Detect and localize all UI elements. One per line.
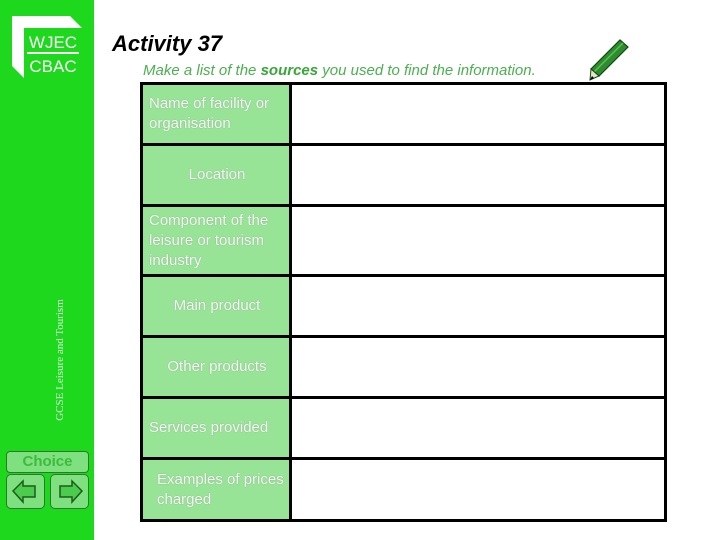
instructions: Make a list of the sources you used to f… [143,62,536,79]
pencil-icon [589,39,629,81]
row-answer-cell[interactable] [289,204,667,277]
table-row: Examples of prices charged [140,457,667,522]
course-caption: GCSE Leisure and Tourism [40,280,80,440]
table-row: Location [140,143,667,207]
instructions-text-start: Make a list of the [143,62,261,79]
next-button[interactable] [50,474,89,509]
table-row: Component of the leisure or tourism indu… [140,204,667,277]
row-label: Services provided [140,396,292,460]
logo-bottom-text: CBAC [29,57,76,76]
instructions-text-end: you used to find the information. [318,62,536,79]
row-label: Name of facility or organisation [140,82,292,146]
row-label: Main product [140,274,292,338]
sidebar: WJEC CBAC GCSE Leisure and Tourism Choic… [0,0,94,540]
table-row: Name of facility or organisation [140,82,667,146]
row-answer-cell[interactable] [289,396,667,460]
row-label: Examples of prices charged [140,457,292,522]
choice-button[interactable]: Choice [6,451,89,473]
wjec-cbac-logo: WJEC CBAC [12,16,82,78]
table-row: Other products [140,335,667,399]
logo-top-text: WJEC [29,33,77,52]
row-label: Component of the leisure or tourism indu… [140,204,292,277]
row-answer-cell[interactable] [289,274,667,338]
instructions-keyword: sources [260,62,319,79]
row-answer-cell[interactable] [289,335,667,399]
previous-button[interactable] [6,474,45,509]
arrow-right-icon [59,479,84,504]
row-label: Location [140,143,292,207]
course-caption-text: GCSE Leisure and Tourism [54,299,66,421]
page-title: Activity 37 [112,31,223,56]
table-row: Main product [140,274,667,338]
row-answer-cell[interactable] [289,457,667,522]
arrow-left-icon [11,479,36,504]
row-label: Other products [140,335,292,399]
table-row: Services provided [140,396,667,460]
row-answer-cell[interactable] [289,143,667,207]
sources-table: Name of facility or organisation Locatio… [140,82,667,522]
row-answer-cell[interactable] [289,82,667,146]
